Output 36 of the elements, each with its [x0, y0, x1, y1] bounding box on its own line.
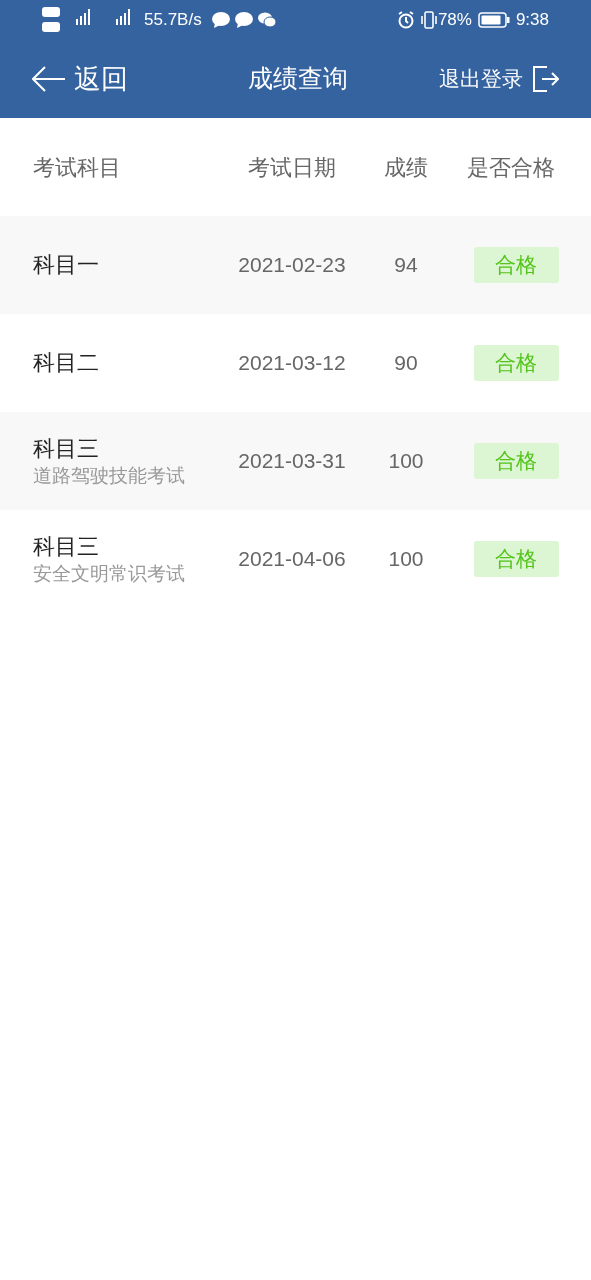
- back-arrow-icon: [32, 66, 66, 92]
- network-speed: 55.7B/s: [144, 9, 202, 32]
- pass-badge: 合格: [473, 345, 559, 381]
- column-header: 成绩: [383, 153, 429, 182]
- date-text: 2021-04-06: [237, 546, 347, 573]
- pass-badge: 合格: [473, 247, 559, 283]
- chat-bubble-icon: [234, 12, 253, 28]
- column-header: 考试科目: [33, 153, 122, 182]
- page-title: 成绩查询: [247, 63, 348, 95]
- pass-badge: 合格: [473, 541, 559, 577]
- battery-percent: 78%: [437, 9, 472, 32]
- back-button[interactable]: 返回: [32, 58, 128, 100]
- subject-detail: 安全文明常识考试: [33, 562, 186, 586]
- subject-text: 科目一: [33, 251, 100, 279]
- score-text: 90: [393, 350, 419, 377]
- score-text: 100: [387, 448, 425, 475]
- score-text: 94: [393, 252, 419, 279]
- chat-bubble-icon: [211, 12, 230, 28]
- chat-icon: [257, 12, 276, 28]
- vibrate-icon: [419, 11, 438, 29]
- column-header: 考试日期: [247, 153, 337, 182]
- subject-text: 科目三: [33, 533, 100, 561]
- subject-text: 科目三: [33, 435, 100, 463]
- subject-text: 科目二: [33, 349, 100, 377]
- battery-icon: [477, 12, 510, 28]
- date-text: 2021-03-31: [237, 448, 347, 475]
- subject-detail: 道路驾驶技能考试: [33, 464, 186, 488]
- score-text: 100: [387, 546, 425, 573]
- date-text: 2021-03-12: [237, 350, 347, 377]
- date-text: 2021-02-23: [237, 252, 347, 279]
- logout-button[interactable]: 退出登录: [439, 63, 559, 95]
- logout-icon: [533, 66, 559, 92]
- pass-badge: 合格: [473, 443, 559, 479]
- clock: 9:38: [515, 9, 549, 32]
- column-header: 是否合格: [466, 153, 556, 182]
- alarm-icon: [396, 11, 415, 29]
